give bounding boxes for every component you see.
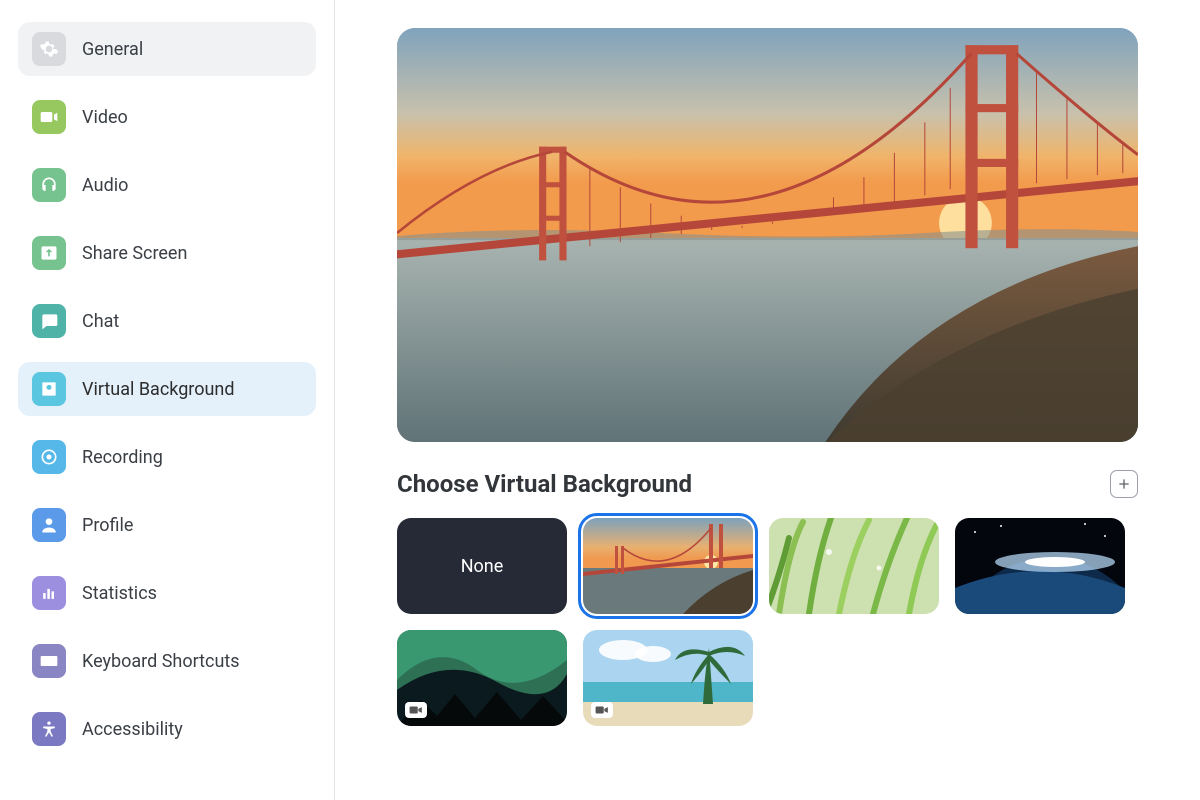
sidebar-item-video[interactable]: Video: [18, 90, 316, 144]
share-screen-icon: [32, 236, 66, 270]
background-thumbnails: None: [397, 518, 1138, 726]
sidebar-item-accessibility[interactable]: Accessibility: [18, 702, 316, 756]
keyboard-icon: [32, 644, 66, 678]
sidebar-item-label: Virtual Background: [82, 379, 235, 400]
background-preview: [397, 28, 1138, 442]
section-title: Choose Virtual Background: [397, 470, 692, 498]
background-option-aurora[interactable]: [397, 630, 567, 726]
background-option-earth[interactable]: [955, 518, 1125, 614]
sidebar-item-label: Share Screen: [82, 243, 187, 264]
settings-sidebar: General Video Audio Share Screen Chat Vi…: [0, 0, 335, 800]
background-option-golden-gate[interactable]: [583, 518, 753, 614]
sidebar-item-share-screen[interactable]: Share Screen: [18, 226, 316, 280]
add-background-button[interactable]: [1110, 470, 1138, 498]
sidebar-item-virtual-background[interactable]: Virtual Background: [18, 362, 316, 416]
video-badge-icon: [591, 702, 613, 718]
record-icon: [32, 440, 66, 474]
bar-chart-icon: [32, 576, 66, 610]
headphones-icon: [32, 168, 66, 202]
person-icon: [32, 508, 66, 542]
sidebar-item-label: Audio: [82, 175, 128, 196]
sidebar-item-label: Statistics: [82, 583, 157, 604]
sidebar-item-keyboard-shortcuts[interactable]: Keyboard Shortcuts: [18, 634, 316, 688]
sidebar-item-label: Recording: [82, 447, 163, 468]
background-option-grass[interactable]: [769, 518, 939, 614]
sidebar-item-label: Chat: [82, 311, 119, 332]
sidebar-item-label: Keyboard Shortcuts: [82, 651, 240, 672]
accessibility-icon: [32, 712, 66, 746]
sidebar-item-label: Accessibility: [82, 719, 183, 740]
background-option-beach[interactable]: [583, 630, 753, 726]
virtual-background-icon: [32, 372, 66, 406]
section-header: Choose Virtual Background: [397, 470, 1138, 498]
sidebar-item-statistics[interactable]: Statistics: [18, 566, 316, 620]
sidebar-item-label: Profile: [82, 515, 133, 536]
sidebar-item-chat[interactable]: Chat: [18, 294, 316, 348]
sidebar-item-label: Video: [82, 107, 128, 128]
gear-icon: [32, 32, 66, 66]
sidebar-item-recording[interactable]: Recording: [18, 430, 316, 484]
video-badge-icon: [405, 702, 427, 718]
sidebar-item-profile[interactable]: Profile: [18, 498, 316, 552]
none-label: None: [461, 556, 504, 577]
main-panel: Choose Virtual Background None: [335, 0, 1200, 800]
video-camera-icon: [32, 100, 66, 134]
sidebar-item-audio[interactable]: Audio: [18, 158, 316, 212]
sidebar-item-general[interactable]: General: [18, 22, 316, 76]
plus-icon: [1116, 476, 1132, 492]
chat-bubble-icon: [32, 304, 66, 338]
background-option-none[interactable]: None: [397, 518, 567, 614]
sidebar-item-label: General: [82, 39, 143, 60]
